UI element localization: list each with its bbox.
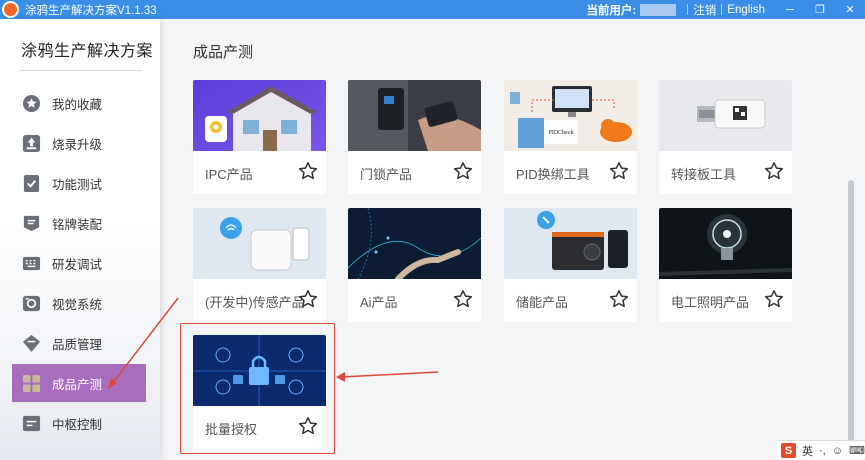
ime-logo-icon[interactable]: S bbox=[781, 443, 796, 458]
ime-punctuation-icon[interactable]: ·, bbox=[819, 445, 826, 457]
ime-language[interactable]: 英 bbox=[802, 443, 813, 459]
annotation-arrows bbox=[108, 297, 439, 389]
ime-emoji-icon[interactable]: ☺ bbox=[832, 445, 843, 457]
scrollbar-thumb[interactable] bbox=[848, 180, 854, 455]
ime-keyboard-icon[interactable]: ⌨ bbox=[849, 444, 865, 457]
ime-toolbar: S 英 ·, ☺ ⌨ bbox=[777, 440, 865, 460]
